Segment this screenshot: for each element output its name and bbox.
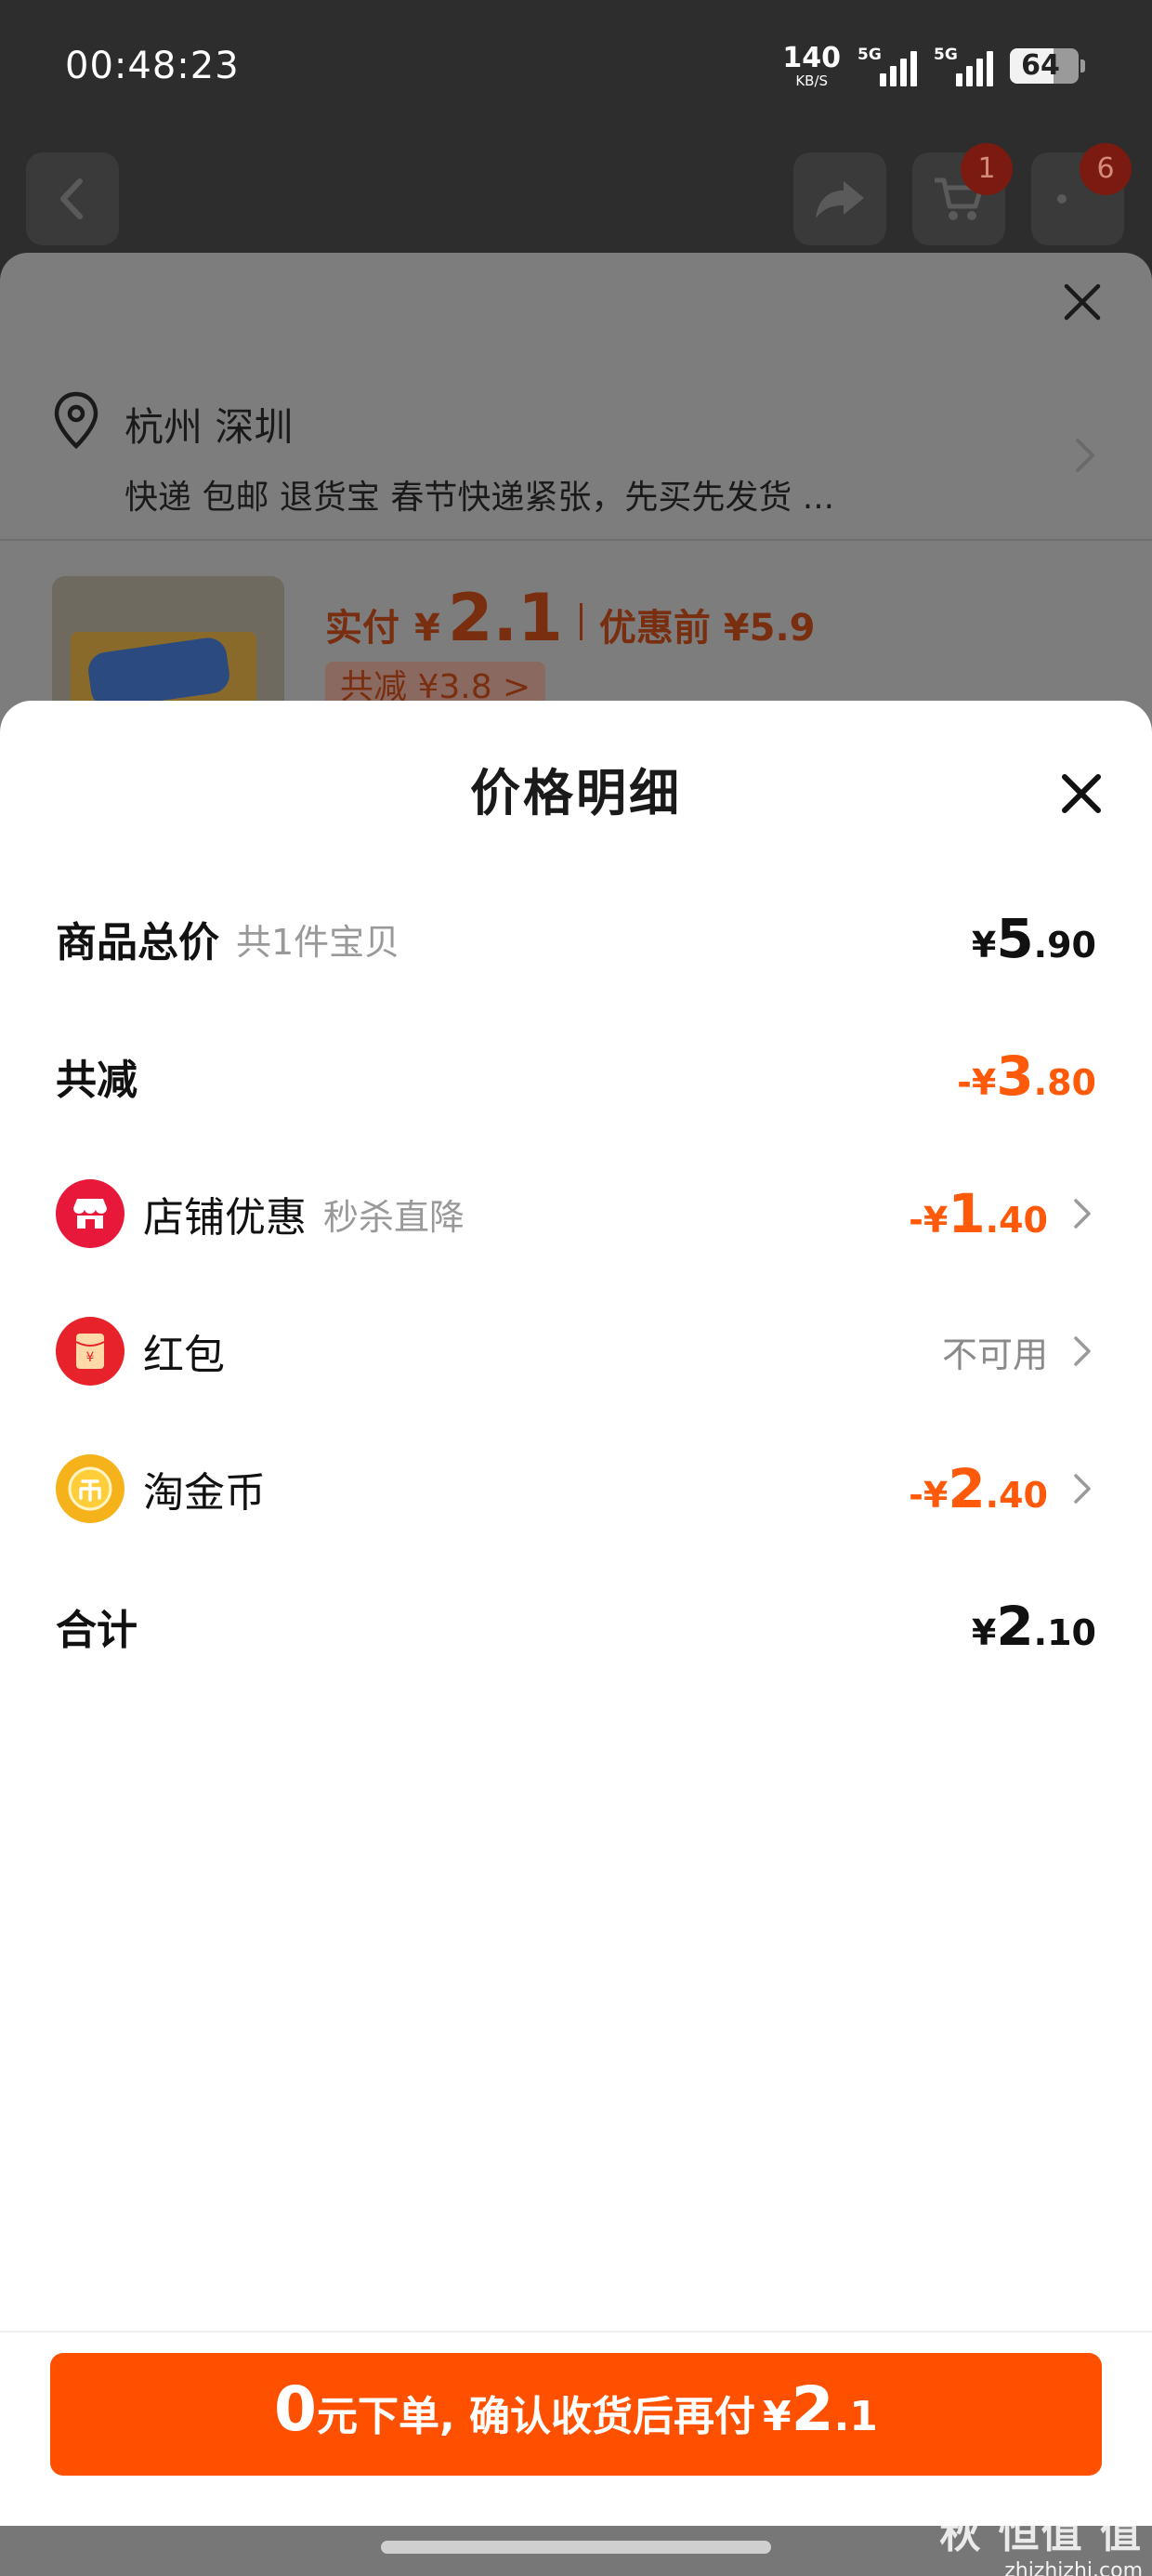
row-label: 淘金币 — [143, 1469, 266, 1517]
row-label: 共减 — [56, 1057, 137, 1104]
chevron-right-icon — [1074, 1336, 1091, 1366]
amount-int: 3 — [996, 1045, 1034, 1108]
divider — [0, 2331, 1152, 2333]
share-icon — [816, 181, 864, 218]
delivery-city[interactable]: 杭州 深圳 — [124, 396, 293, 453]
amount-int: 2 — [948, 1457, 986, 1520]
amount-yen: ¥ — [971, 1612, 997, 1653]
chevron-right-icon[interactable] — [1074, 437, 1096, 474]
close-icon[interactable] — [1059, 279, 1106, 325]
row-red-packet[interactable]: ¥ 红包 不可用 — [56, 1314, 1096, 1388]
amount-int: 2 — [996, 1595, 1034, 1658]
svg-text:¥: ¥ — [86, 1350, 95, 1365]
coin-icon — [56, 1454, 124, 1523]
delivery-info: 快递 包邮 退货宝 春节快递紧张，先买先发货 ... — [124, 479, 835, 517]
back-button[interactable] — [26, 152, 119, 245]
battery-icon: 64 — [1010, 48, 1079, 84]
red-packet-icon: ¥ — [56, 1317, 124, 1386]
amount: -¥ 2 .40 — [909, 1457, 1048, 1520]
amount-dec: .80 — [1033, 1062, 1096, 1103]
price-detail-sheet: 价格明细 商品总价 共1件宝贝 ¥ 5 .90 共减 -¥ 3 .80 店铺优惠… — [0, 701, 1152, 2526]
cta-text: 元下单, 确认收货后再付 — [316, 2393, 756, 2440]
amount: ¥ 2 .10 — [972, 1595, 1096, 1658]
battery-level: 64 — [1021, 49, 1060, 82]
signal-label: 5G — [857, 46, 882, 64]
amount: ¥ 5 .90 — [972, 907, 1096, 970]
amount-dec: .40 — [985, 1475, 1048, 1516]
amount-int: 1 — [948, 1182, 986, 1245]
row-sublabel: 共1件宝贝 — [236, 921, 400, 963]
row-store-discount[interactable]: 店铺优惠 秒杀直降 -¥ 1 .40 — [56, 1176, 1096, 1251]
price-label: 实付 — [325, 607, 399, 650]
cart-badge: 1 — [961, 143, 1013, 195]
net-speed-value: 140 — [782, 41, 841, 74]
amount-dec: .90 — [1033, 925, 1096, 966]
divider — [0, 539, 1152, 541]
amount-dec: .40 — [985, 1200, 1048, 1241]
signal-label: 5G — [934, 46, 958, 64]
amount-yen: -¥ — [957, 1062, 997, 1103]
battery-tip — [1080, 59, 1085, 72]
row-label: 红包 — [143, 1332, 225, 1379]
net-speed-unit: KB/S — [795, 72, 829, 89]
chevron-left-icon — [60, 178, 83, 219]
amount-yen: -¥ — [909, 1200, 949, 1241]
location-pin-icon — [54, 391, 98, 450]
price-yen: ¥ — [414, 607, 440, 650]
place-order-button[interactable]: 0 元下单, 确认收货后再付 ¥ 2 .1 — [50, 2353, 1102, 2476]
status-time: 00:48:23 — [65, 45, 240, 87]
row-label: 合计 — [56, 1607, 137, 1654]
sheet-title: 价格明细 — [470, 764, 682, 822]
row-label: 商品总价 — [56, 919, 219, 966]
store-icon — [56, 1179, 124, 1248]
signal-icon: 5G — [857, 46, 917, 86]
amount-int: 5 — [996, 907, 1034, 970]
amount: -¥ 3 .80 — [957, 1045, 1096, 1108]
amount-yen: ¥ — [971, 925, 997, 966]
row-grand-total: 合计 ¥ 2 .10 — [56, 1589, 1096, 1663]
status-bar: 00:48:23 140 KB/S 5G 5G 64 — [0, 0, 1152, 139]
row-label: 店铺优惠 — [143, 1194, 307, 1242]
before-discount: 优惠前 ¥5.9 — [598, 607, 816, 650]
signal-icon: 5G — [934, 46, 993, 86]
share-button[interactable] — [793, 152, 886, 245]
chevron-right-icon — [1074, 1474, 1091, 1504]
amount-dec: .10 — [1033, 1612, 1096, 1653]
price-value: 2.1 — [447, 580, 563, 656]
status-indicators: 140 KB/S 5G 5G 64 — [782, 43, 1085, 89]
cart-button[interactable]: 1 — [912, 143, 1013, 245]
more-badge: 6 — [1080, 143, 1132, 195]
network-speed: 140 KB/S — [782, 41, 841, 89]
chevron-right-icon — [1074, 1199, 1091, 1229]
cta-yen: ¥ — [763, 2393, 792, 2440]
amount-yen: -¥ — [909, 1475, 949, 1516]
background-price-line: 实付 ¥ 2.1 优惠前 ¥5.9 — [325, 580, 815, 656]
watermark: 秋 恒值 值 zhizhizhi.com — [939, 2500, 1143, 2576]
more-button[interactable]: 6 — [1031, 143, 1132, 245]
row-total-price: 商品总价 共1件宝贝 ¥ 5 .90 — [56, 901, 1096, 976]
row-total-discount: 共减 -¥ 3 .80 — [56, 1039, 1096, 1113]
close-icon[interactable] — [1054, 766, 1109, 821]
cta-zero: 0 — [274, 2373, 317, 2445]
cta-amount-int: 2 — [791, 2373, 834, 2445]
price-separator — [579, 603, 583, 640]
row-sublabel: 秒杀直降 — [323, 1196, 465, 1238]
cta-amount-dec: .1 — [833, 2393, 878, 2440]
amount: -¥ 1 .40 — [909, 1182, 1048, 1245]
home-indicator[interactable] — [381, 2541, 771, 2554]
watermark-url: zhizhizhi.com — [1004, 2559, 1143, 2576]
watermark-logo: 秋 恒值 值 — [939, 2510, 1143, 2557]
unavailable-text: 不可用 — [941, 1334, 1048, 1375]
row-tao-coins[interactable]: 淘金币 -¥ 2 .40 — [56, 1452, 1096, 1526]
